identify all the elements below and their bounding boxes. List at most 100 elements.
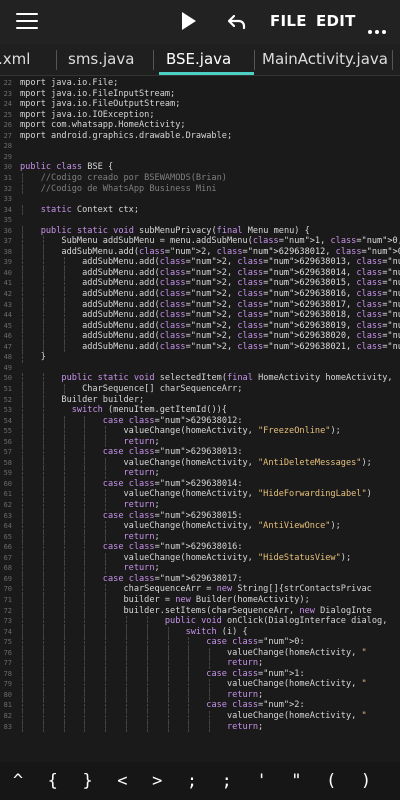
tab-bse-java[interactable]: BSE.java <box>166 44 231 75</box>
line-number: 60 <box>3 479 12 488</box>
line-number: 63 <box>3 511 12 520</box>
symbol-key[interactable]: > <box>141 768 173 794</box>
line-number: 22 <box>3 79 12 87</box>
code-text: addSubMenu.add(class="num">2, class="num… <box>20 320 400 331</box>
code-line: 25 mport java.io.IOException; <box>0 110 400 121</box>
code-line: 22 mport java.io.File; <box>0 78 400 89</box>
line-number: 37 <box>3 237 12 246</box>
code-line: 42 addSubMenu.add(class="num">2, class="… <box>0 289 400 300</box>
code-line: 43 addSubMenu.add(class="num">2, class="… <box>0 299 400 311</box>
code-text: case class="num">629638013: <box>102 447 243 458</box>
line-number: 61 <box>3 490 12 499</box>
code-text: switch (i) { <box>185 626 248 637</box>
line-number: 52 <box>3 395 12 404</box>
code-text: public static void subMenuPrivacy(final … <box>40 225 310 236</box>
symbol-key[interactable]: ; <box>176 768 208 794</box>
code-line: 31 //Codigo creado por BSEWAMODS(Brian) <box>0 172 400 184</box>
line-number: 27 <box>3 131 12 140</box>
line-number: 62 <box>3 501 12 509</box>
code-text: addSubMenu.add(class="num">2, class="num… <box>20 289 400 299</box>
code-text: return; <box>226 658 264 669</box>
code-text: valueChange(homeActivity, "AntiViewOnce"… <box>20 521 341 532</box>
code-line: 67 valueChange(homeActivity, "HideStatus… <box>0 552 400 564</box>
symbol-keyboard-bar: ^{} < >;; ' "() <box>0 762 400 800</box>
code-text: case class="num">629638012: <box>102 415 243 426</box>
symbol-key[interactable]: ) <box>350 768 382 794</box>
code-text: valueChange(homeActivity, "HideForwardin… <box>20 489 372 500</box>
code-text: //Codigo creado por BSEWAMODS(Brian) <box>20 172 227 183</box>
line-number: 57 <box>3 448 12 457</box>
play-icon[interactable] <box>182 12 196 30</box>
code-text: mport java.io.FileOutputStream; <box>20 99 181 110</box>
code-line: 28 <box>0 141 400 152</box>
code-line: 44 addSubMenu.add(class="num">2, class="… <box>0 310 400 321</box>
code-line: 23 mport java.io.FileInputStream; <box>0 89 400 100</box>
more-dots-icon[interactable] <box>368 19 389 38</box>
code-line: 24 mport java.io.FileOutputStream; <box>0 99 400 110</box>
line-number: 39 <box>3 258 12 267</box>
line-number: 82 <box>3 712 12 720</box>
code-text: switch (menuItem.getItemId()){ <box>71 405 227 416</box>
line-number: 29 <box>3 152 12 161</box>
code-line: 76 valueChange(homeActivity, " <box>0 647 400 659</box>
code-line: 50 public static void selectedItem(final… <box>0 373 400 384</box>
symbol-key[interactable]: { <box>37 768 69 794</box>
file-menu-button[interactable]: FILE <box>270 12 307 30</box>
line-number: 45 <box>3 321 12 330</box>
code-line: 49 <box>0 363 400 374</box>
symbol-key[interactable]: ; <box>211 768 243 794</box>
code-text: addSubMenu.add(class="num">2, class="num… <box>20 331 400 342</box>
line-number: 51 <box>3 384 12 393</box>
code-line: 53 switch (menuItem.getItemId()){ <box>0 405 400 416</box>
line-number: 43 <box>3 300 12 309</box>
code-line: 38 addSubMenu.add(class="num">2, class="… <box>0 246 400 258</box>
symbol-key[interactable]: ^ <box>2 768 34 794</box>
code-line: 78 case class="num">1: <box>0 668 400 680</box>
line-number: 76 <box>3 648 12 657</box>
code-text: return; <box>123 563 160 574</box>
symbol-key[interactable]: " <box>280 768 312 794</box>
code-text: addSubMenu.add(class="num">2, class="num… <box>20 257 400 268</box>
code-text: return; <box>226 689 264 700</box>
line-number: 64 <box>3 522 12 531</box>
code-line: 57 case class="num">629638013: <box>0 447 400 458</box>
code-editor[interactable]: 22 mport java.io.File; 23 mport java.io.Fil… <box>0 76 400 762</box>
code-line: 34 static Context ctx; <box>0 204 400 216</box>
line-number: 74 <box>3 627 12 636</box>
symbol-key[interactable]: ' <box>246 768 278 794</box>
line-number: 58 <box>3 458 12 467</box>
undo-icon[interactable] <box>225 10 249 34</box>
line-number: 73 <box>3 617 12 626</box>
code-line: 51 CharSequence[] charSequenceArr; <box>0 383 400 395</box>
tab-sms-java[interactable]: sms.java <box>68 44 134 75</box>
line-number: 50 <box>3 374 12 383</box>
line-number: 75 <box>3 638 12 647</box>
edit-menu-button[interactable]: EDIT <box>316 12 356 30</box>
code-line: 70 charSequenceArr = new String[]{strCon… <box>0 584 400 595</box>
symbol-key[interactable]: < <box>106 768 138 794</box>
tab-mainactivity-java[interactable]: MainActivity.java <box>262 44 388 75</box>
code-line: 36 public static void subMenuPrivacy(fin… <box>0 225 400 237</box>
line-number: 35 <box>3 216 12 225</box>
code-text: addSubMenu.add(class="num">2, class="num… <box>20 246 400 257</box>
code-text: return; <box>123 436 160 447</box>
line-number: 67 <box>3 553 12 562</box>
hamburger-menu-icon[interactable] <box>16 13 38 31</box>
code-line: 29 <box>0 152 400 163</box>
code-line: 47 addSubMenu.add(class="num">2, class="… <box>0 341 400 353</box>
line-number: 38 <box>3 247 12 256</box>
code-line: 80 return; <box>0 689 400 701</box>
line-number: 54 <box>3 416 12 425</box>
line-number: 72 <box>3 606 12 615</box>
tab-xml[interactable]: .xml <box>0 44 30 75</box>
code-line: 54 case class="num">629638012: <box>0 415 400 427</box>
code-text: case class="num">1: <box>206 668 305 679</box>
symbol-key[interactable]: } <box>72 768 104 794</box>
code-line: 81 case class="num">2: <box>0 700 400 711</box>
code-text: valueChange(homeActivity, " <box>20 679 367 690</box>
code-text: public static void selectedItem(final Ho… <box>61 373 393 384</box>
symbol-key[interactable]: ( <box>315 768 347 794</box>
code-text: valueChange(homeActivity, " <box>20 647 367 658</box>
app-toolbar: FILE EDIT <box>0 0 400 44</box>
line-number: 42 <box>3 290 12 298</box>
